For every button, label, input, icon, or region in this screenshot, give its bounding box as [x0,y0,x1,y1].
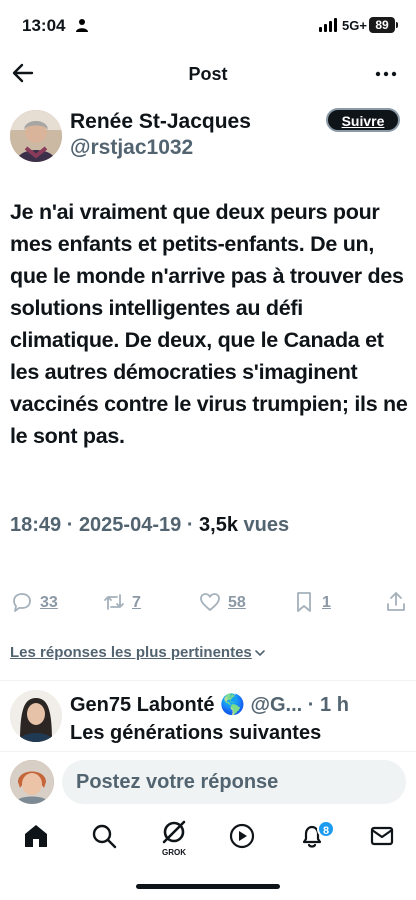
reply-author-handle[interactable]: @G... [251,694,303,716]
bottom-nav: GROK 8 [0,812,416,862]
reply-icon [13,593,31,612]
meta-separator: · [66,514,79,536]
signal-icon [319,18,337,32]
reply-count: 33 [40,594,58,611]
nav-messages[interactable] [368,822,396,850]
nav-home[interactable] [22,822,50,850]
views-label: vues [243,514,290,536]
reply-avatar[interactable] [10,690,62,742]
mail-icon [370,826,394,846]
page-title: Post [188,64,228,84]
reply-input[interactable]: Postez votre réponse [62,760,406,804]
author-block: Renée St-Jacques @rstjac1032 Suivre [0,108,416,166]
tweet-meta: 18:49 · 2025-04-19 · 3,5k vues [10,514,410,537]
meta-separator: · [186,514,200,536]
notifications-badge: 8 [317,820,335,838]
status-bar: 13:04 5G+ 89 [0,0,416,52]
post-header: Post [0,52,416,96]
action-bar: 33 7 58 1 [0,586,416,618]
views-count: 3,5k [199,514,238,536]
replies-sort-dropdown[interactable]: Les réponses les plus pertinentes [10,644,266,661]
home-indicator [136,884,280,889]
grok-icon [162,820,186,844]
nav-search[interactable] [90,822,118,850]
battery-icon: 89 [369,17,395,33]
nav-video[interactable] [228,822,256,850]
home-icon [25,825,47,847]
follow-button[interactable]: Suivre [326,108,400,132]
replies-sort-label: Les réponses les plus pertinentes [10,644,252,661]
compose-bar: Postez votre réponse [0,754,416,810]
search-icon [92,824,117,849]
grok-label: GROK [162,848,186,857]
reply-age: · 1 h [307,694,349,716]
repost-icon [104,594,124,610]
nav-grok[interactable] [160,818,188,846]
bookmark-icon [297,592,311,612]
reply-author-name[interactable]: Gen75 Labonté 🌎 [70,694,245,716]
share-icon [387,592,405,611]
divider [0,680,416,681]
heart-icon [200,593,220,611]
more-horizontal-icon[interactable] [374,62,398,86]
reply-item[interactable]: Gen75 Labonté 🌎 @G... · 1 h Les générati… [0,682,416,750]
tweet-text: Je n'ai vraiment que deux peurs pour mes… [10,200,408,448]
user-avatar[interactable] [10,760,54,804]
repost-count: 7 [132,594,141,611]
reply-author: Gen75 Labonté 🌎 @G... · 1 h [70,692,349,717]
person-icon [76,19,88,32]
chevron-down-icon [254,650,265,657]
tweet-time: 18:49 [10,514,62,536]
divider [0,751,416,752]
author-handle[interactable]: @rstjac1032 [70,136,193,160]
play-circle-icon [229,823,255,849]
tweet-date: 2025-04-19 [78,514,182,536]
reply-text: Les générations suivantes [70,722,322,744]
bookmark-count: 1 [322,594,331,611]
network-type: 5G+ [342,18,367,33]
author-name[interactable]: Renée St-Jacques [70,110,251,134]
author-avatar[interactable] [10,110,62,162]
like-count: 58 [228,594,246,611]
battery-tip [396,22,398,28]
status-time: 13:04 [22,16,66,35]
